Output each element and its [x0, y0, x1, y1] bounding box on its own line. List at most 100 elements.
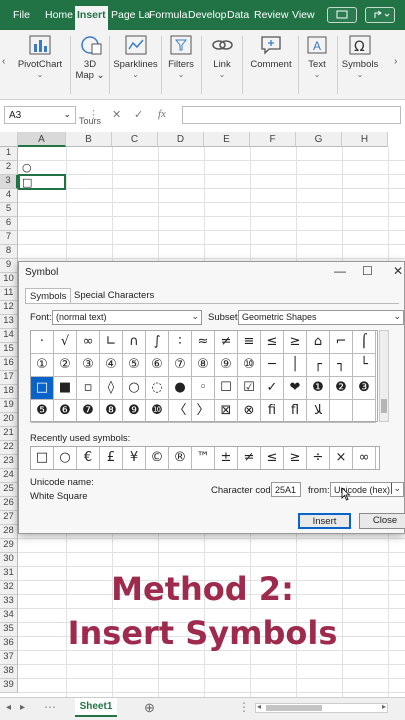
row-header-23[interactable]: 23 — [0, 455, 18, 469]
row-header-24[interactable]: 24 — [0, 469, 18, 483]
tab-insert[interactable]: Insert — [75, 6, 108, 30]
symbol-cell[interactable]: ☑ — [238, 377, 261, 400]
symbol-cell[interactable]: ▫ — [77, 377, 100, 400]
symbol-cell[interactable]: ≤ — [261, 331, 284, 354]
symbol-cell[interactable]: ⌂ — [307, 331, 330, 354]
row-header-7[interactable]: 7 — [0, 231, 18, 245]
scrollbar-thumb[interactable] — [266, 705, 322, 711]
symbol-cell[interactable]: ③ — [77, 354, 100, 377]
insert-function-icon[interactable]: fx — [158, 108, 166, 120]
symbol-cell[interactable]: ─ — [261, 354, 284, 377]
recent-symbol-cell[interactable]: □ — [31, 447, 54, 469]
scroll-left-icon[interactable]: ◂ — [6, 702, 11, 713]
tab-view[interactable]: View — [292, 9, 315, 21]
cancel-icon[interactable]: ✕ — [112, 108, 121, 121]
symbol-cell[interactable]: ◌ — [146, 377, 169, 400]
recent-symbol-cell[interactable]: £ — [100, 447, 123, 469]
tab-home[interactable]: Home — [45, 9, 73, 21]
symbols-button[interactable]: Ω Symbols ⌄ — [341, 34, 379, 79]
name-box[interactable]: A3 ⌄ — [4, 106, 76, 124]
row-header-17[interactable]: 17 — [0, 371, 18, 385]
symbol-cell[interactable]: ∫ — [146, 331, 169, 354]
row-header-22[interactable]: 22 — [0, 441, 18, 455]
symbol-cell[interactable]: ⑤ — [123, 354, 146, 377]
row-header-37[interactable]: 37 — [0, 651, 18, 665]
character-code-input[interactable]: 25A1 — [271, 482, 301, 497]
minimize-icon[interactable]: — — [334, 264, 346, 278]
comments-button[interactable] — [327, 7, 357, 23]
tab-file[interactable]: File — [13, 9, 30, 21]
row-header-5[interactable]: 5 — [0, 203, 18, 217]
symbol-cell[interactable]: ﻼ — [307, 400, 330, 423]
recent-symbol-cell[interactable]: ○ — [54, 447, 77, 469]
row-header-3[interactable]: 3 — [0, 175, 18, 189]
column-header-g[interactable]: G — [296, 132, 342, 147]
row-header-1[interactable]: 1 — [0, 147, 18, 161]
text-button[interactable]: A Text ⌄ — [302, 34, 332, 79]
symbol-cell[interactable]: ◦ — [192, 377, 215, 400]
symbol-cell[interactable]: ① — [31, 354, 54, 377]
ribbon-scroll-right-icon[interactable]: › — [394, 56, 397, 67]
row-header-13[interactable]: 13 — [0, 315, 18, 329]
symbol-cell[interactable]: ≈ — [192, 331, 215, 354]
symbol-grid-scrollbar[interactable] — [379, 330, 389, 422]
column-header-d[interactable]: D — [158, 132, 204, 147]
sheet-tab-sheet1[interactable]: Sheet1 — [75, 698, 117, 717]
row-header-11[interactable]: 11 — [0, 287, 18, 301]
symbol-cell[interactable]: ● — [169, 377, 192, 400]
symbol-cell[interactable]: ○ — [123, 377, 146, 400]
recent-symbol-cell[interactable]: ™ — [192, 447, 215, 469]
row-header-28[interactable]: 28 — [0, 525, 18, 539]
recent-symbol-cell[interactable]: € — [77, 447, 100, 469]
pivotchart-button[interactable]: PivotChart ⌄ — [14, 34, 66, 79]
symbol-cell[interactable]: 〉 — [192, 400, 215, 423]
tab-formulas[interactable]: Formula — [149, 9, 188, 21]
symbol-cell[interactable]: ❤ — [284, 377, 307, 400]
row-header-4[interactable]: 4 — [0, 189, 18, 203]
row-header-16[interactable]: 16 — [0, 357, 18, 371]
row-header-18[interactable]: 18 — [0, 385, 18, 399]
filters-button[interactable]: Filters ⌄ — [166, 34, 196, 79]
symbol-cell[interactable]: ❷ — [330, 377, 353, 400]
symbol-cell[interactable]: ☐ — [215, 377, 238, 400]
symbol-cell[interactable]: ❻ — [54, 400, 77, 423]
symbol-cell[interactable]: □ — [31, 377, 54, 400]
close-button[interactable]: Close — [359, 513, 405, 529]
tab-page-layout[interactable]: Page La — [111, 9, 150, 21]
recent-symbol-cell[interactable]: © — [146, 447, 169, 469]
symbol-cell[interactable]: ⑧ — [192, 354, 215, 377]
select-all-corner[interactable] — [0, 132, 18, 147]
add-sheet-icon[interactable]: ⊕ — [144, 700, 155, 716]
enter-icon[interactable]: ✓ — [134, 108, 143, 121]
split-handle-icon[interactable]: ⋮ — [238, 700, 250, 714]
formula-input[interactable] — [182, 106, 401, 124]
symbol-cell[interactable]: ﬂ — [284, 400, 307, 423]
column-header-c[interactable]: C — [112, 132, 158, 147]
tab-review[interactable]: Review — [254, 9, 288, 21]
row-header-21[interactable]: 21 — [0, 427, 18, 441]
recent-symbol-cell[interactable]: ® — [169, 447, 192, 469]
row-header-12[interactable]: 12 — [0, 301, 18, 315]
symbol-cell[interactable]: ≠ — [215, 331, 238, 354]
row-header-38[interactable]: 38 — [0, 665, 18, 679]
symbol-cell[interactable]: ┌ — [307, 354, 330, 377]
symbol-cell[interactable]: ∟ — [100, 331, 123, 354]
symbol-cell[interactable]: ⌠ — [353, 331, 376, 354]
cell-a2[interactable]: ○ — [22, 161, 32, 174]
ribbon-scroll-left-icon[interactable]: ‹ — [2, 56, 5, 67]
symbol-cell[interactable]: · — [31, 331, 54, 354]
recent-symbol-cell[interactable]: ≤ — [261, 447, 284, 469]
row-header-39[interactable]: 39 — [0, 679, 18, 693]
symbol-cell[interactable]: ∶ — [169, 331, 192, 354]
symbol-cell[interactable]: ⑨ — [215, 354, 238, 377]
symbol-cell[interactable]: ⑦ — [169, 354, 192, 377]
close-icon[interactable]: ✕ — [393, 264, 403, 278]
recent-symbol-cell[interactable]: ≠ — [238, 447, 261, 469]
scroll-right-icon[interactable]: ▸ — [20, 702, 25, 713]
recent-symbol-cell[interactable]: × — [330, 447, 353, 469]
tab-developer[interactable]: Develop — [188, 9, 227, 21]
row-header-15[interactable]: 15 — [0, 343, 18, 357]
symbol-cell[interactable]: ⊠ — [215, 400, 238, 423]
symbol-cell[interactable]: ④ — [100, 354, 123, 377]
sparklines-button[interactable]: Sparklines ⌄ — [113, 34, 158, 79]
